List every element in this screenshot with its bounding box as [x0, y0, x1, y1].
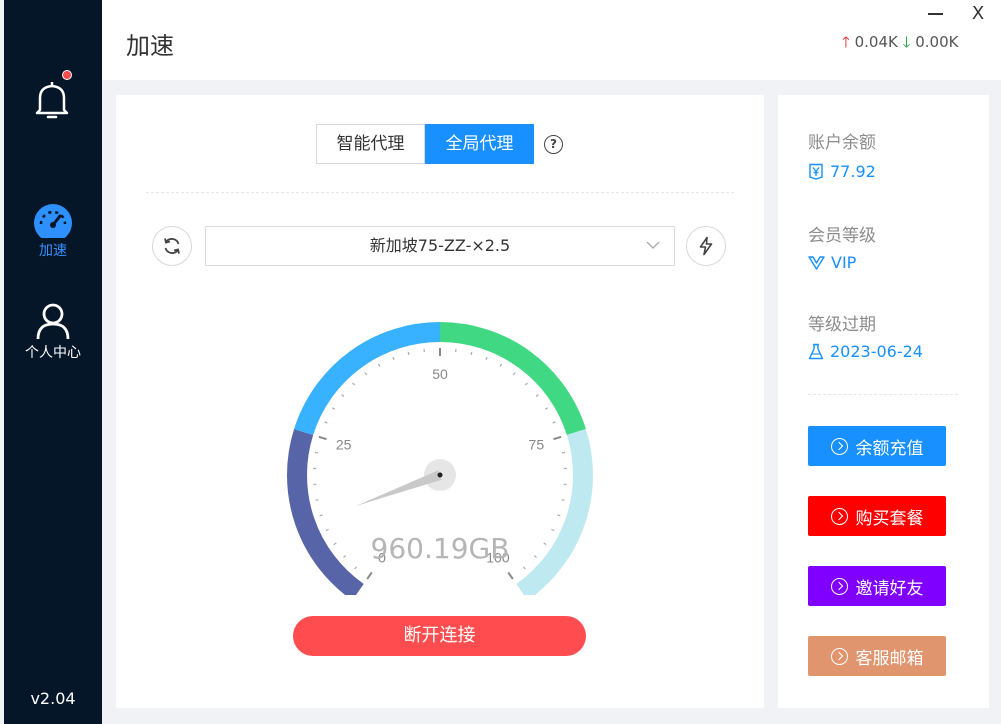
circle-arrow-icon — [830, 577, 848, 595]
minimize-button[interactable] — [926, 2, 946, 22]
gauge-tick-label: 25 — [336, 437, 352, 453]
recharge-label: 余额充值 — [855, 438, 924, 459]
disconnect-button[interactable]: 断开连接 — [293, 616, 586, 656]
circle-arrow-icon — [830, 437, 848, 455]
gauge-minor-tick — [377, 363, 381, 367]
gauge-pivot — [437, 472, 443, 478]
sidebar: 加速 个人中心 v2.04 — [4, 0, 102, 724]
gauge-tick-label: 75 — [529, 437, 545, 453]
gauge-minor-tick — [319, 514, 323, 517]
gauge-minor-tick — [324, 421, 328, 424]
gauge-minor-tick — [499, 363, 503, 367]
gauge-major-tick — [553, 435, 562, 441]
circle-arrow-icon — [830, 647, 848, 665]
sidebar-item-profile[interactable]: 个人中心 — [4, 302, 102, 362]
gauge-minor-tick — [325, 528, 329, 532]
gauge-band-segment — [439, 322, 586, 436]
gauge-band-segment — [294, 322, 441, 436]
arrow-up-icon: 🡑 — [842, 33, 850, 51]
gauge-minor-tick — [314, 451, 319, 454]
accelerate-panel: 智能代理 全局代理 ? 新加坡75-ZZ-×2.5 0255075100 — [116, 95, 764, 708]
speed-gauge: 0255075100 — [287, 322, 593, 595]
top-header: 加速 X 🡑 0.04K 🡓 0.00K — [102, 0, 1001, 80]
gauge-band-segment — [287, 428, 364, 595]
app-version: v2.04 — [30, 689, 76, 708]
level-label: 会员等级 — [808, 226, 876, 246]
page-title: 加速 — [126, 32, 174, 60]
gauge-minor-tick — [552, 421, 556, 424]
speedometer-icon — [34, 204, 72, 238]
expiry-date: 2023-06-24 — [830, 342, 923, 361]
gauge-minor-tick — [561, 451, 566, 454]
expiry-label: 等级过期 — [808, 315, 876, 335]
gauge-minor-tick — [522, 566, 526, 570]
gauge-minor-tick — [512, 372, 516, 376]
notification-bell-icon[interactable] — [34, 70, 72, 120]
gauge-tick-label: 50 — [432, 366, 448, 382]
sidebar-item-accelerate[interactable]: 加速 — [4, 204, 102, 260]
yen-icon — [809, 163, 823, 180]
gauge-minor-tick — [551, 528, 555, 532]
gauge-minor-tick — [341, 394, 345, 398]
support-email-label: 客服邮箱 — [855, 648, 924, 669]
support-email-button[interactable]: 客服邮箱 — [808, 636, 946, 676]
gauge-minor-tick — [544, 407, 549, 410]
level-text: VIP — [831, 253, 857, 272]
recharge-button[interactable]: 余额充值 — [808, 426, 946, 466]
gauge-major-tick — [366, 571, 373, 580]
buy-package-label: 购买套餐 — [855, 508, 924, 529]
upload-speed: 0.04K — [854, 33, 898, 51]
gauge-minor-tick — [557, 514, 561, 517]
traffic-stats: 🡑 0.04K 🡓 0.00K — [842, 32, 958, 57]
invite-friends-button[interactable]: 邀请好友 — [808, 566, 946, 606]
gauge-minor-tick — [352, 382, 356, 386]
app-window: 加速 个人中心 v2.04 加速 X 🡑 0.04K 🡓 0.00K 智能代理 … — [0, 0, 1001, 724]
gauge-minor-tick — [315, 499, 319, 501]
flask-icon — [808, 343, 824, 360]
gauge-minor-tick — [364, 372, 368, 376]
gauge-minor-tick — [407, 351, 410, 356]
expiry-value: 2023-06-24 — [808, 342, 923, 361]
balance-label: 账户余额 — [808, 133, 876, 153]
notification-dot — [62, 70, 72, 80]
gauge-major-tick — [318, 435, 327, 441]
close-button[interactable]: X — [968, 2, 988, 26]
gauge-band-segment — [516, 428, 593, 595]
gauge-minor-tick — [331, 407, 336, 410]
level-value: VIP — [808, 253, 856, 272]
gauge-minor-tick — [392, 356, 395, 361]
sidebar-item-label: 加速 — [39, 243, 67, 259]
sidebar-item-label: 个人中心 — [25, 345, 81, 361]
gauge-minor-tick — [354, 566, 358, 570]
circle-arrow-icon — [830, 507, 848, 525]
user-icon — [36, 303, 70, 340]
gauge-minor-tick — [535, 394, 539, 398]
balance-value: 77.92 — [808, 162, 876, 181]
gauge-minor-tick — [470, 351, 473, 356]
arrow-down-icon: 🡓 — [902, 33, 911, 51]
gauge-minor-tick — [561, 499, 565, 501]
buy-package-button[interactable]: 购买套餐 — [808, 496, 946, 536]
gauge-minor-tick — [524, 382, 528, 386]
download-speed: 0.00K — [915, 33, 959, 51]
invite-friends-label: 邀请好友 — [855, 578, 924, 599]
divider — [808, 394, 958, 395]
gauge-needle — [355, 470, 442, 507]
gauge-major-tick — [507, 571, 514, 580]
balance-amount: 77.92 — [830, 162, 876, 181]
account-panel: 账户余额 77.92 会员等级 VIP 等级过期 2023-06-24 余额充值… — [778, 95, 989, 708]
vip-icon — [808, 256, 825, 270]
gauge-minor-tick — [485, 356, 488, 361]
gauge-readout: 960.19GB — [370, 532, 510, 565]
